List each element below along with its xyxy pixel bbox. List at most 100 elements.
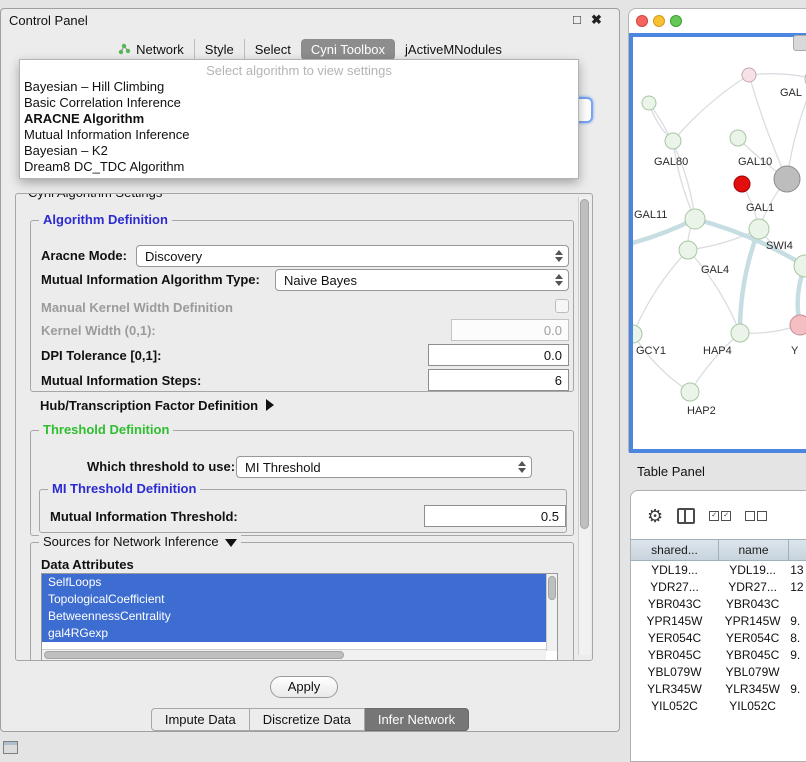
which-threshold-combo[interactable]: MI Threshold [236, 456, 532, 478]
collapse-down-icon[interactable] [225, 539, 237, 547]
hub-definition-expander[interactable]: Hub/Transcription Factor Definition [40, 398, 274, 413]
table-row[interactable]: YLR345WYLR345W9. [631, 680, 806, 697]
mi-steps-field[interactable]: 6 [428, 369, 569, 391]
network-canvas[interactable]: GALGAL80GAL10GAL11GAL1SWI4GAL4HAP4YGCY1H… [629, 33, 806, 453]
attribute-option[interactable]: gal4RGexp [42, 625, 546, 642]
tab-style[interactable]: Style [194, 39, 244, 60]
tab-network[interactable]: Network [108, 39, 194, 60]
attribute-option[interactable]: SelfLoops [42, 574, 546, 591]
table-cell: YDL19... [718, 561, 787, 578]
network-node-gal11[interactable] [685, 209, 705, 229]
table-cell: YDL19... [631, 561, 718, 578]
network-edge[interactable] [688, 250, 740, 333]
mi-type-label: Mutual Information Algorithm Type: [41, 272, 260, 287]
minimize-traffic-light[interactable] [653, 15, 665, 27]
network-edge[interactable] [740, 229, 759, 333]
sources-expander[interactable]: Sources for Network Inference [39, 534, 241, 549]
network-edge[interactable] [688, 229, 759, 250]
zoom-traffic-light[interactable] [670, 15, 682, 27]
network-edge[interactable] [633, 334, 690, 392]
tab-select[interactable]: Select [244, 39, 301, 60]
network-node[interactable] [730, 130, 746, 146]
show-columns-icon[interactable] [677, 508, 695, 524]
table-row[interactable]: YPR145WYPR145W9. [631, 612, 806, 629]
network-node[interactable] [742, 68, 756, 82]
bottom-tabbar: Impute DataDiscretize DataInfer Network [1, 708, 619, 731]
network-node-hap4[interactable] [731, 324, 749, 342]
column-header[interactable] [789, 539, 806, 561]
settings-scrollbar-thumb[interactable] [580, 199, 589, 529]
float-window-icon[interactable]: □ [573, 12, 581, 27]
mi-type-combo[interactable]: Naive Bayes [275, 269, 569, 291]
network-node-gal4[interactable] [679, 241, 697, 259]
close-window-icon[interactable]: ✖ [591, 12, 602, 28]
table-cell: YBL079W [718, 663, 787, 680]
network-edge[interactable] [690, 333, 740, 392]
table-cell: YBR045C [631, 646, 718, 663]
attributes-vscrollbar-thumb[interactable] [548, 576, 556, 600]
table-options-gear-icon[interactable]: ⚙ [647, 507, 663, 525]
collapsed-panel-icon[interactable] [3, 741, 18, 754]
attribute-option[interactable]: TopologicalCoefficient [42, 591, 546, 608]
table-row[interactable]: YDL19...YDL19...13 [631, 561, 806, 578]
network-edge[interactable] [673, 141, 695, 219]
network-node-y[interactable] [790, 315, 806, 335]
hub-definition-label: Hub/Transcription Factor Definition [40, 398, 258, 413]
apply-button[interactable]: Apply [270, 676, 338, 698]
algorithm-option[interactable]: Basic Correlation Inference [20, 95, 578, 111]
kernel-width-field[interactable]: 0.0 [451, 319, 569, 341]
manual-kernel-checkbox[interactable] [555, 299, 569, 313]
table-row[interactable]: YBR045CYBR045C9. [631, 646, 806, 663]
network-node-label: GAL80 [654, 156, 688, 168]
network-edge[interactable] [633, 250, 688, 334]
column-header[interactable]: shared... [631, 539, 719, 561]
attributes-vscrollbar[interactable] [546, 574, 557, 651]
network-edge[interactable] [749, 74, 806, 79]
dpi-tolerance-field[interactable]: 0.0 [428, 344, 569, 366]
tab-jactivemnodules[interactable]: jActiveMNodules [395, 39, 512, 60]
expand-right-icon[interactable] [266, 399, 274, 411]
algorithm-option-list: Bayesian – Hill ClimbingBasic Correlatio… [20, 79, 578, 175]
tab-label: Cyni Toolbox [311, 42, 385, 57]
aracne-mode-combo[interactable]: Discovery [136, 245, 569, 267]
attributes-hscrollbar-thumb[interactable] [44, 651, 344, 659]
mi-threshold-label: Mutual Information Threshold: [50, 509, 238, 524]
checked-box-icon: ✓ [721, 511, 731, 521]
unselect-all-columns-icon[interactable] [745, 511, 767, 521]
tab-cyni-toolbox[interactable]: Cyni Toolbox [301, 39, 395, 60]
canvas-tool-fragment[interactable] [793, 35, 806, 51]
network-node[interactable] [734, 176, 750, 192]
bottom-tab-discretize-data[interactable]: Discretize Data [250, 708, 365, 731]
network-node-gcy1[interactable] [633, 325, 642, 343]
network-node-gal1[interactable] [749, 219, 769, 239]
table-row[interactable]: YIL052CYIL052C [631, 697, 806, 714]
network-node-gal80[interactable] [665, 133, 681, 149]
table-row[interactable]: YBR043CYBR043C [631, 595, 806, 612]
algorithm-option[interactable]: Bayesian – Hill Climbing [20, 79, 578, 95]
attributes-hscrollbar[interactable] [42, 649, 546, 660]
table-row[interactable]: YBL079WYBL079W [631, 663, 806, 680]
mi-threshold-field[interactable]: 0.5 [424, 505, 566, 527]
close-traffic-light[interactable] [636, 15, 648, 27]
bottom-tab-infer-network[interactable]: Infer Network [365, 708, 469, 731]
attribute-option[interactable]: BetweennessCentrality [42, 608, 546, 625]
tab-label: Style [205, 42, 234, 57]
network-node-label: GAL11 [634, 209, 667, 221]
algorithm-option[interactable]: ARACNE Algorithm [20, 111, 578, 127]
table-cell: YER054C [718, 629, 787, 646]
table-cell: YBR045C [718, 646, 787, 663]
network-node[interactable] [642, 96, 656, 110]
algorithm-option[interactable]: Mutual Information Inference [20, 127, 578, 143]
network-node-hap2[interactable] [681, 383, 699, 401]
table-row[interactable]: YER054CYER054C8. [631, 629, 806, 646]
table-cell: YDR27... [631, 578, 718, 595]
aracne-mode-label: Aracne Mode: [41, 248, 127, 263]
network-node-gal10[interactable] [774, 166, 800, 192]
settings-scrollbar[interactable] [578, 197, 590, 655]
algorithm-option[interactable]: Dream8 DC_TDC Algorithm [20, 159, 578, 175]
bottom-tab-impute-data[interactable]: Impute Data [151, 708, 250, 731]
algorithm-option[interactable]: Bayesian – K2 [20, 143, 578, 159]
table-row[interactable]: YDR27...YDR27...12 [631, 578, 806, 595]
select-all-columns-icon[interactable]: ✓ ✓ [709, 511, 731, 521]
column-header[interactable]: name [719, 539, 789, 561]
